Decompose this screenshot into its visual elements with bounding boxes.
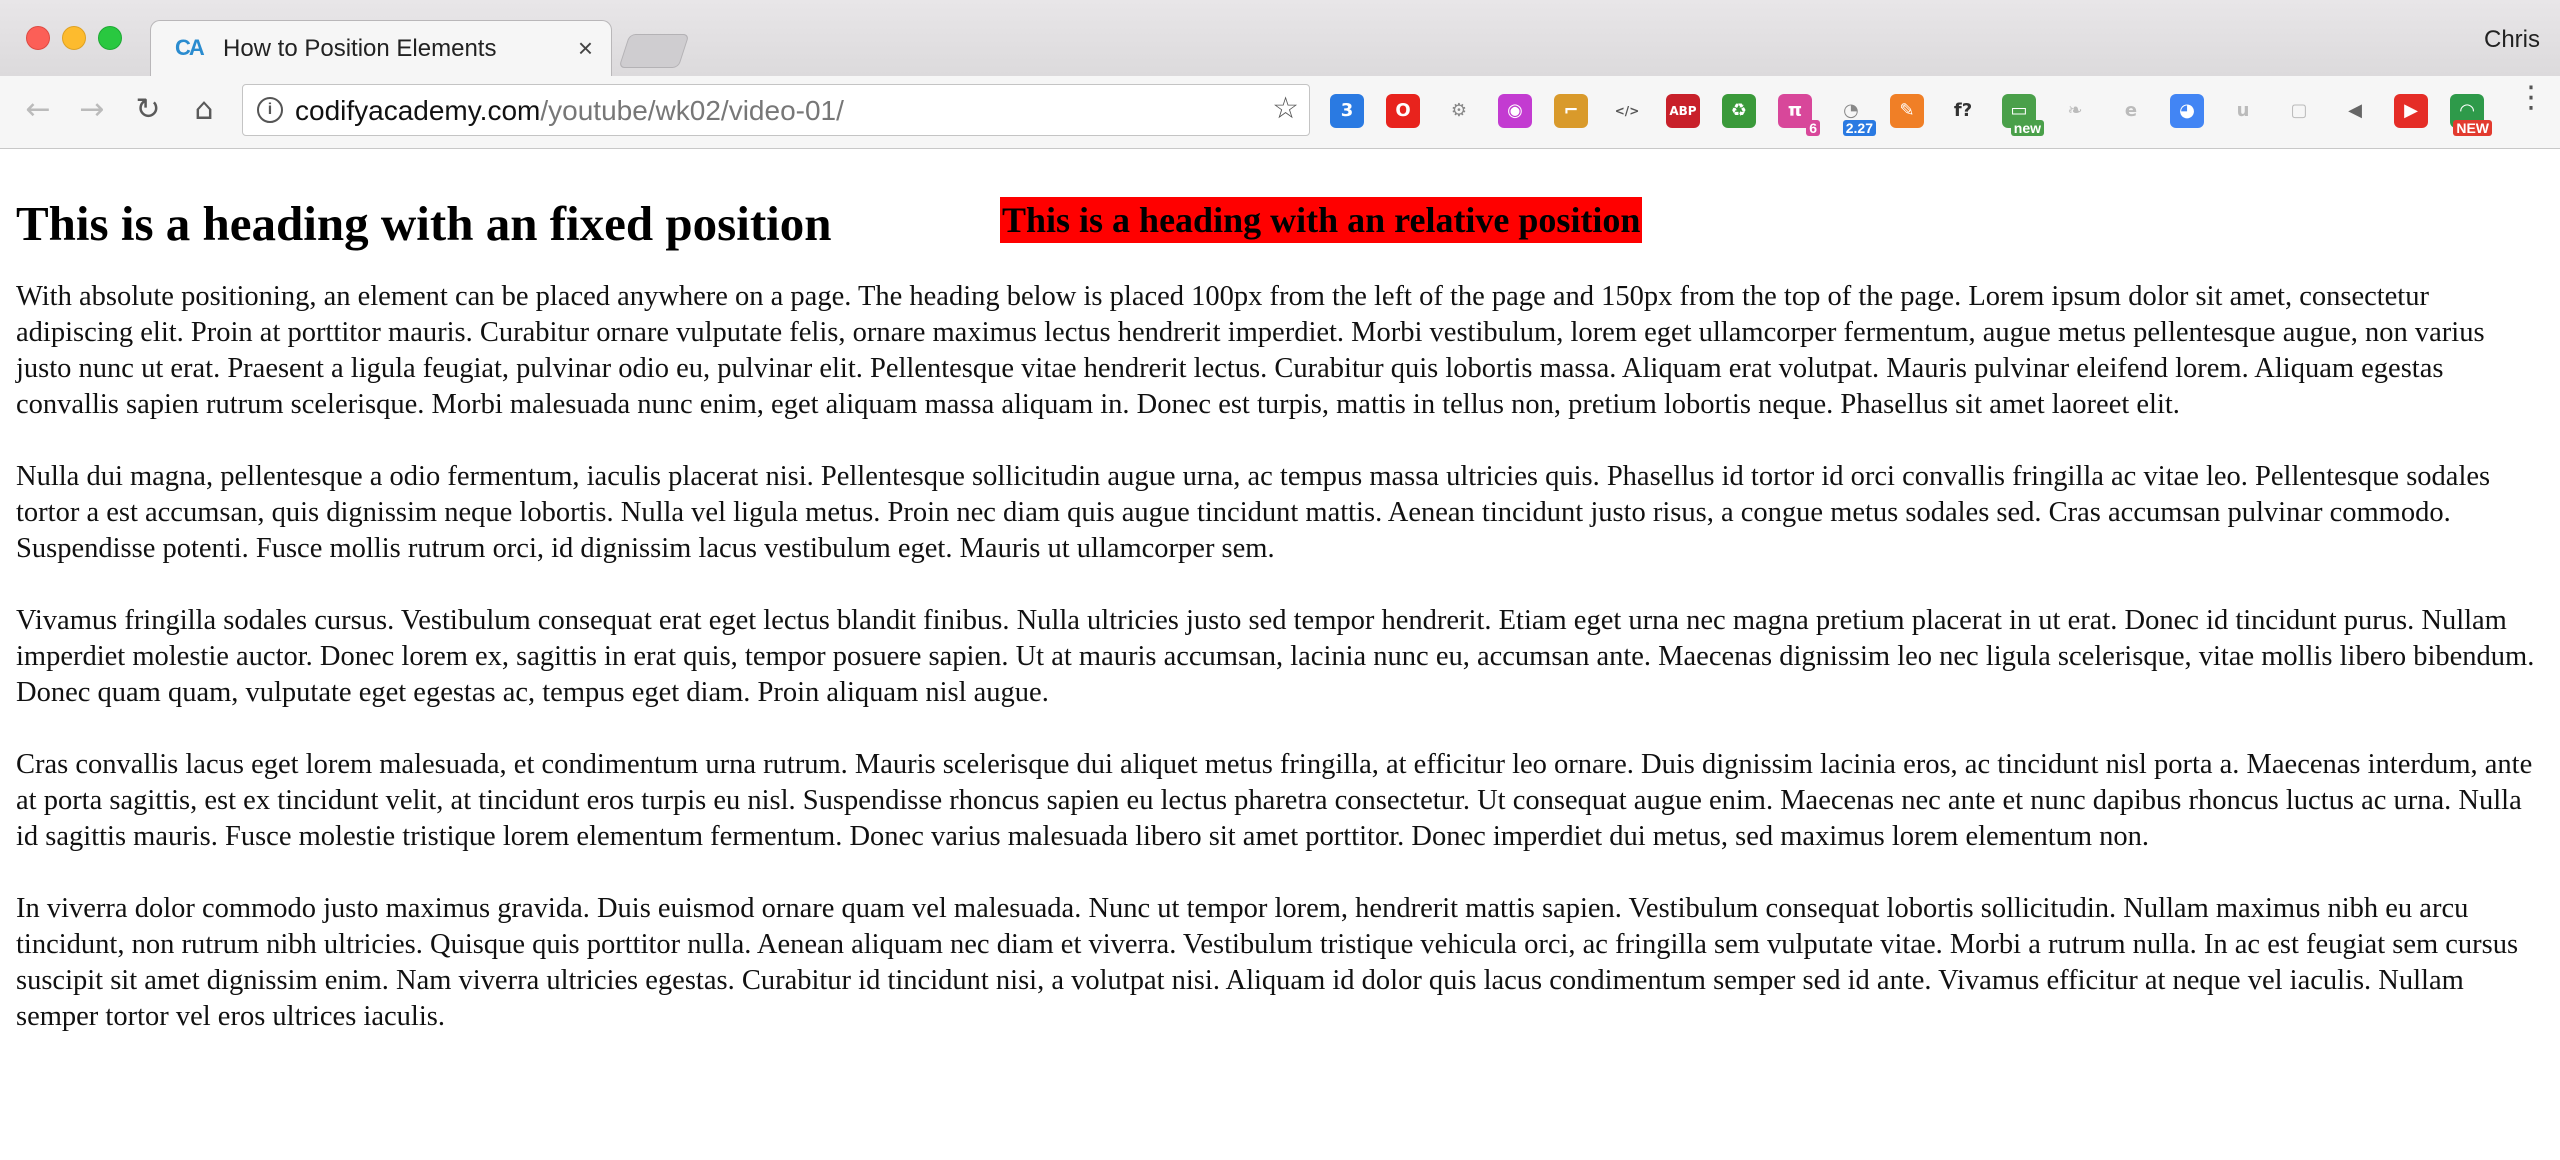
reload-icon[interactable]: ↻	[128, 90, 168, 130]
window-icon[interactable]: ▭ new	[2002, 94, 2044, 136]
opera-icon[interactable]: O	[1386, 94, 1420, 128]
speaker-icon[interactable]: ◀	[2338, 94, 2372, 128]
address-bar[interactable]: i codifyacademy.com/youtube/wk02/video-0…	[242, 84, 1310, 136]
paragraph: With absolute positioning, an element ca…	[16, 281, 2485, 420]
adblock-icon[interactable]: ABP	[1666, 94, 1700, 128]
browser-tab-active[interactable]: CA How to Position Elements ×	[150, 20, 612, 77]
extensions-bar: 3 O ⚙ ◉ ⌐ </> ABP ♻ π 6 ◔ 2.27 ✎ f? ▭ new ❧ e ◕ u ▢ ◀ ▶ ◠ NEW	[1330, 90, 2540, 136]
tab-favicon-icon: CA	[175, 35, 203, 60]
url-host: codifyacademy.com	[295, 95, 541, 126]
extension-badge: NEW	[2453, 120, 2492, 136]
color-wheel-icon[interactable]: ◉	[1498, 94, 1532, 128]
heading-fixed-position: This is a heading with an fixed position	[16, 196, 832, 251]
window-close-button[interactable]	[26, 26, 50, 50]
window-minimize-button[interactable]	[62, 26, 86, 50]
pocket-icon[interactable]: e	[2114, 94, 2148, 128]
settings-icon[interactable]: ⚙	[1442, 94, 1476, 128]
paragraph: In viverra dolor commodo justo maximus g…	[16, 893, 2519, 1032]
font-icon[interactable]: f?	[1946, 94, 1980, 128]
url-text[interactable]: codifyacademy.com/youtube/wk02/video-01/	[295, 95, 844, 127]
arrow-right-icon[interactable]: →	[72, 90, 112, 130]
tab-title: How to Position Elements	[223, 35, 497, 62]
bookmark-star-icon[interactable]: ☆	[1272, 91, 1299, 126]
url-path: /youtube/wk02/video-01/	[540, 95, 844, 126]
paragraph: Nulla dui magna, pellentesque a odio fer…	[16, 461, 2491, 564]
pattern-icon[interactable]: π6	[1778, 94, 1820, 136]
code-icon[interactable]: </>	[1610, 94, 1644, 128]
info-icon[interactable]: i	[257, 97, 283, 123]
leaf-icon[interactable]: ❧	[2058, 94, 2092, 128]
youtube-icon[interactable]: ▶	[2394, 94, 2428, 128]
css3-icon[interactable]: 3	[1330, 94, 1364, 128]
arrow-left-icon[interactable]: ←	[18, 90, 58, 130]
tool-icon[interactable]: ✎	[1890, 94, 1924, 128]
page-content: With absolute positioning, an element ca…	[16, 279, 2546, 1071]
screen-icon[interactable]: ▢	[2282, 94, 2316, 128]
browser-titlebar: CA How to Position Elements × Chris	[0, 0, 2560, 77]
paragraph: Cras convallis lacus eget lorem malesuad…	[16, 749, 2533, 852]
extension-badge: 6	[1806, 120, 1820, 136]
ruler-icon[interactable]: ⌐	[1554, 94, 1588, 128]
ghost-icon[interactable]: u	[2226, 94, 2260, 128]
speed-icon[interactable]: ◔ 2.27	[1834, 94, 1876, 136]
profile-name[interactable]: Chris	[2484, 26, 2540, 54]
home-icon[interactable]: ⌂	[184, 90, 224, 130]
paragraph: Vivamus fringilla sodales cursus. Vestib…	[16, 605, 2535, 708]
heading-relative-position: This is a heading with an relative posit…	[1000, 197, 1643, 243]
browser-toolbar: ← → ↻ ⌂ i codifyacademy.com/youtube/wk02…	[0, 76, 2560, 149]
new-tab-button[interactable]	[618, 34, 690, 68]
extension-badge: 2.27	[1842, 120, 1876, 136]
extension-badge: new	[2010, 120, 2044, 136]
tab-close-icon[interactable]: ×	[578, 33, 593, 64]
recycle-icon[interactable]: ♻	[1722, 94, 1756, 128]
more-vert-icon[interactable]: ⋮	[2516, 80, 2546, 115]
chrome-icon[interactable]: ◕	[2170, 94, 2204, 128]
update-icon[interactable]: ◠ NEW	[2450, 94, 2492, 136]
page-viewport: This is a heading with an fixed position…	[0, 149, 2560, 1160]
window-maximize-button[interactable]	[98, 26, 122, 50]
